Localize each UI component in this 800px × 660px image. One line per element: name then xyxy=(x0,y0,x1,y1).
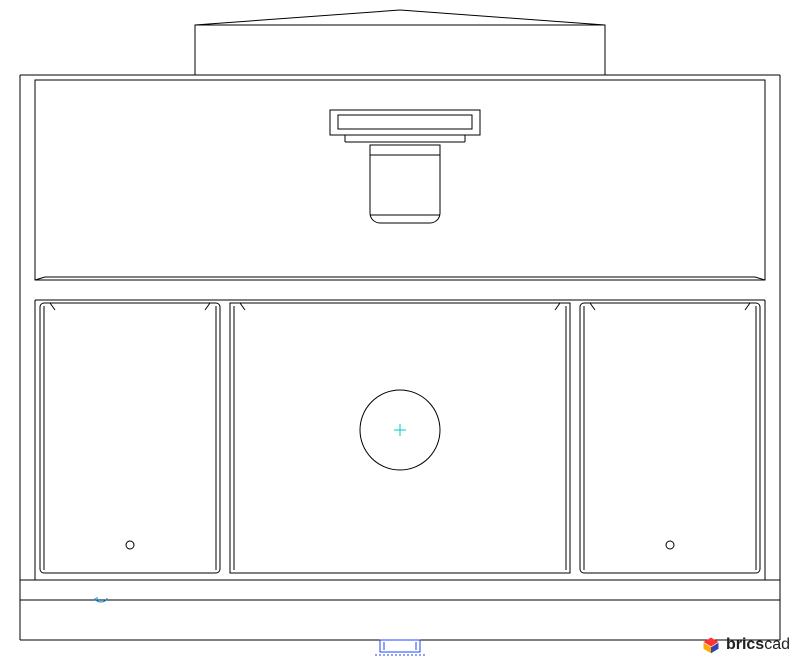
watermark: bricscad xyxy=(702,636,790,654)
right-access-panel xyxy=(580,303,760,573)
bricscad-logo-icon xyxy=(702,636,720,654)
lower-compartment xyxy=(20,300,780,600)
watermark-text: bricscad xyxy=(726,636,790,654)
motor-bracket xyxy=(330,110,480,142)
center-marker-icon xyxy=(394,424,406,436)
left-drain-hole xyxy=(126,541,134,549)
top-cap-panel xyxy=(195,10,605,75)
watermark-brand-bold: brics xyxy=(726,636,764,653)
left-access-panel xyxy=(40,303,220,573)
center-panel xyxy=(230,303,570,573)
right-drain-hole xyxy=(666,541,674,549)
outer-frame xyxy=(20,75,780,640)
base-connection-detail xyxy=(375,640,425,655)
fan-motor-assembly xyxy=(370,145,440,223)
cad-drawing-canvas[interactable] xyxy=(0,0,800,660)
watermark-brand-light: cad xyxy=(764,636,790,653)
